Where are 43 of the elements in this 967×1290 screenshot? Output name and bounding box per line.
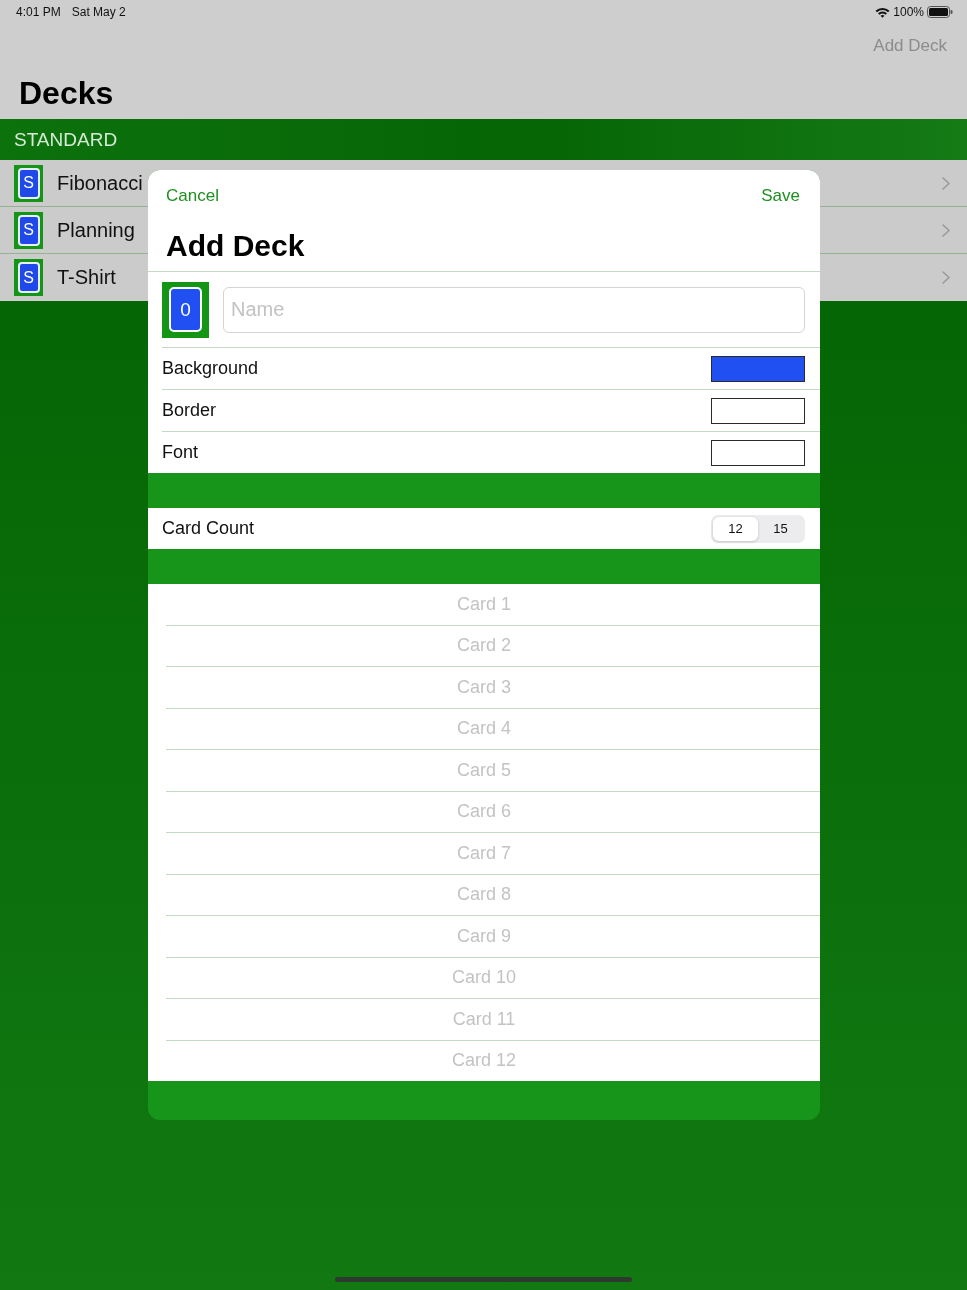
deck-symbol: S xyxy=(17,262,40,293)
deck-name: Fibonacci xyxy=(57,171,143,195)
card-field[interactable]: Card 7 xyxy=(148,833,820,874)
card-field[interactable]: Card 11 xyxy=(148,999,820,1040)
chevron-icon xyxy=(942,176,950,190)
card-field[interactable]: Card 4 xyxy=(148,708,820,749)
card-field[interactable]: Card 9 xyxy=(148,916,820,957)
cancel-button[interactable]: Cancel xyxy=(166,186,219,206)
deck-name: T-Shirt xyxy=(57,266,116,289)
deck-symbol: S xyxy=(17,167,40,199)
color-label: Font xyxy=(162,442,199,463)
deck-symbol: S xyxy=(17,214,40,246)
card-count-label: Card Count xyxy=(162,518,255,539)
card-field[interactable]: Card 12 xyxy=(148,1040,820,1081)
color-swatch[interactable] xyxy=(711,439,805,466)
card-field[interactable]: Card 3 xyxy=(148,667,820,708)
segmented-control[interactable]: 12 15 xyxy=(711,514,805,543)
status-date: Sat May 2 xyxy=(71,5,126,19)
status-time: 4:01 PM xyxy=(16,5,61,19)
page-title: Decks xyxy=(18,74,115,113)
card-field[interactable]: Card 8 xyxy=(148,874,820,915)
count-option[interactable]: 15 xyxy=(758,516,803,541)
deck-name: Planning xyxy=(57,218,135,242)
battery-percentage: 100% xyxy=(893,5,924,19)
save-button[interactable]: Save xyxy=(761,186,800,206)
battery-icon xyxy=(927,6,953,18)
name-field[interactable]: Name xyxy=(223,286,805,333)
wifi-icon xyxy=(875,6,891,18)
chevron-icon xyxy=(942,271,950,284)
preview-card: 0 xyxy=(169,287,202,332)
card-field[interactable]: Card 6 xyxy=(148,791,820,832)
card-field[interactable]: Card 1 xyxy=(148,584,820,625)
count-option[interactable]: 12 xyxy=(713,516,758,541)
color-label: Border xyxy=(162,400,217,421)
color-swatch[interactable] xyxy=(711,397,805,424)
card-field[interactable]: Card 5 xyxy=(148,750,820,791)
chevron-icon xyxy=(942,223,950,237)
card-field[interactable]: Card 10 xyxy=(148,957,820,998)
color-swatch[interactable] xyxy=(711,355,805,382)
card-field[interactable]: Card 2 xyxy=(148,625,820,666)
sheet-title: Add Deck xyxy=(165,228,306,264)
section-header: STANDARD xyxy=(0,119,967,160)
color-label: Background xyxy=(162,358,259,379)
